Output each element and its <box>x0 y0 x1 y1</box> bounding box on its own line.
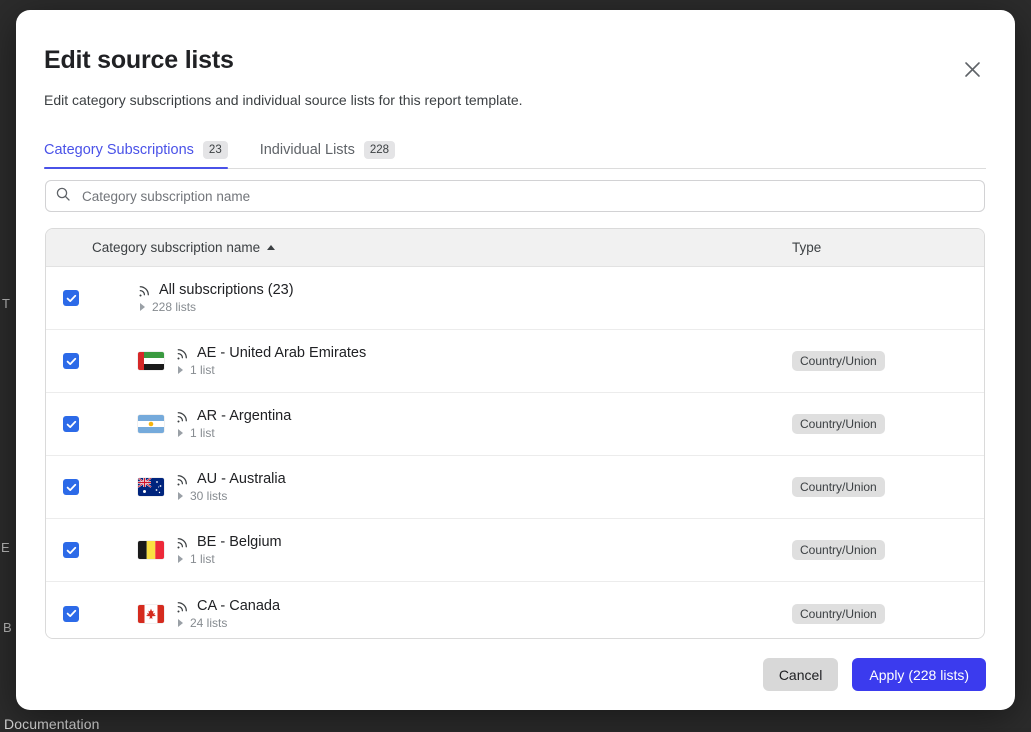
table-header-row: Category subscription name Type <box>46 229 984 267</box>
row-sub-line: 1 list <box>178 363 366 377</box>
row-name: AR - Argentina <box>197 408 291 424</box>
row-sub-line: 24 lists <box>178 616 280 630</box>
type-badge: Country/Union <box>792 540 885 560</box>
row-name-line: AE - United Arab Emirates <box>176 345 366 361</box>
dialog-subtitle: Edit category subscriptions and individu… <box>44 92 523 108</box>
row-name-line: AR - Argentina <box>176 408 291 424</box>
table-row[interactable]: All subscriptions (23) 228 lists <box>46 267 984 330</box>
background-text-fragment: B <box>3 620 12 635</box>
row-content: All subscriptions (23) 228 lists <box>138 282 294 314</box>
close-icon <box>964 61 981 78</box>
search-box[interactable] <box>45 180 985 212</box>
tab-category-subscriptions[interactable]: Category Subscriptions 23 <box>44 132 238 168</box>
rss-feed-icon <box>176 472 190 486</box>
row-name-line: All subscriptions (23) <box>138 282 294 298</box>
row-name: AE - United Arab Emirates <box>197 345 366 361</box>
flag-icon-ca <box>138 605 164 623</box>
row-content: AE - United Arab Emirates 1 list <box>176 345 366 377</box>
tab-individual-lists[interactable]: Individual Lists 228 <box>260 132 405 168</box>
expand-chevron-icon[interactable] <box>178 619 183 627</box>
dialog-footer: Cancel Apply (228 lists) <box>45 658 986 691</box>
row-type-cell: Country/Union <box>792 477 885 497</box>
row-list-count: 30 lists <box>190 489 227 503</box>
table-row[interactable]: AR - Argentina 1 list Country/Union <box>46 393 984 456</box>
expand-chevron-icon[interactable] <box>140 303 145 311</box>
column-header-name[interactable]: Category subscription name <box>92 240 275 255</box>
row-content: BE - Belgium 1 list <box>176 534 282 566</box>
row-type-cell: Country/Union <box>792 414 885 434</box>
rss-feed-icon <box>138 283 152 297</box>
table-body: All subscriptions (23) 228 lists <box>46 267 984 639</box>
row-list-count: 1 list <box>190 363 215 377</box>
row-sub-line: 228 lists <box>140 300 294 314</box>
row-name: All subscriptions (23) <box>159 282 294 298</box>
expand-chevron-icon[interactable] <box>178 429 183 437</box>
expand-chevron-icon[interactable] <box>178 555 183 563</box>
expand-chevron-icon[interactable] <box>178 366 183 374</box>
row-checkbox[interactable] <box>63 606 79 622</box>
flag-icon-au <box>138 478 164 496</box>
cancel-button[interactable]: Cancel <box>763 658 839 691</box>
type-badge: Country/Union <box>792 604 885 624</box>
column-header-label: Category subscription name <box>92 240 260 255</box>
sort-ascending-icon <box>267 245 275 250</box>
row-type-cell: Country/Union <box>792 351 885 371</box>
rss-feed-icon <box>176 599 190 613</box>
row-sub-line: 1 list <box>178 552 282 566</box>
rss-feed-icon <box>176 535 190 549</box>
row-content: CA - Canada 24 lists <box>176 598 280 630</box>
type-badge: Country/Union <box>792 477 885 497</box>
row-list-count: 24 lists <box>190 616 227 630</box>
row-checkbox[interactable] <box>63 416 79 432</box>
tab-count-badge: 228 <box>364 141 395 159</box>
row-sub-line: 30 lists <box>178 489 286 503</box>
table-row[interactable]: BE - Belgium 1 list Country/Union <box>46 519 984 582</box>
row-name: CA - Canada <box>197 598 280 614</box>
flag-icon-ar <box>138 415 164 433</box>
row-type-cell: Country/Union <box>792 604 885 624</box>
table-row[interactable]: AE - United Arab Emirates 1 list Country… <box>46 330 984 393</box>
row-list-count: 1 list <box>190 552 215 566</box>
row-content: AR - Argentina 1 list <box>176 408 291 440</box>
row-name-line: AU - Australia <box>176 471 286 487</box>
type-badge: Country/Union <box>792 351 885 371</box>
expand-chevron-icon[interactable] <box>178 492 183 500</box>
flag-icon-ae <box>138 352 164 370</box>
row-name: AU - Australia <box>197 471 286 487</box>
row-name: BE - Belgium <box>197 534 282 550</box>
category-subscriptions-table: Category subscription name Type <box>45 228 985 639</box>
edit-source-lists-dialog: Edit source lists Edit category subscrip… <box>16 10 1015 710</box>
table-row[interactable]: AU - Australia 30 lists Country/Union <box>46 456 984 519</box>
search-icon <box>56 187 80 206</box>
row-type-cell: Country/Union <box>792 540 885 560</box>
dialog-title: Edit source lists <box>44 46 234 75</box>
row-list-count: 1 list <box>190 426 215 440</box>
row-content: AU - Australia 30 lists <box>176 471 286 503</box>
row-checkbox[interactable] <box>63 353 79 369</box>
apply-button[interactable]: Apply (228 lists) <box>852 658 986 691</box>
tab-count-badge: 23 <box>203 141 228 159</box>
rss-feed-icon <box>176 409 190 423</box>
row-name-line: CA - Canada <box>176 598 280 614</box>
background-documentation-link[interactable]: Documentation <box>4 716 99 732</box>
tab-label: Individual Lists <box>260 142 355 158</box>
column-header-label: Type <box>792 240 821 255</box>
row-checkbox[interactable] <box>63 290 79 306</box>
row-name-line: BE - Belgium <box>176 534 282 550</box>
type-badge: Country/Union <box>792 414 885 434</box>
background-text-fragment: E <box>1 540 10 555</box>
row-checkbox[interactable] <box>63 542 79 558</box>
row-sub-line: 1 list <box>178 426 291 440</box>
table-row[interactable]: CA - Canada 24 lists Country/Union <box>46 582 984 639</box>
background-text-fragment: T <box>2 296 10 311</box>
column-header-type[interactable]: Type <box>792 240 821 255</box>
flag-icon-be <box>138 541 164 559</box>
row-checkbox[interactable] <box>63 479 79 495</box>
close-button[interactable] <box>955 52 989 86</box>
tab-label: Category Subscriptions <box>44 142 194 158</box>
rss-feed-icon <box>176 346 190 360</box>
search-input[interactable] <box>80 188 974 205</box>
tab-bar: Category Subscriptions 23 Individual Lis… <box>44 132 986 169</box>
row-list-count: 228 lists <box>152 300 196 314</box>
